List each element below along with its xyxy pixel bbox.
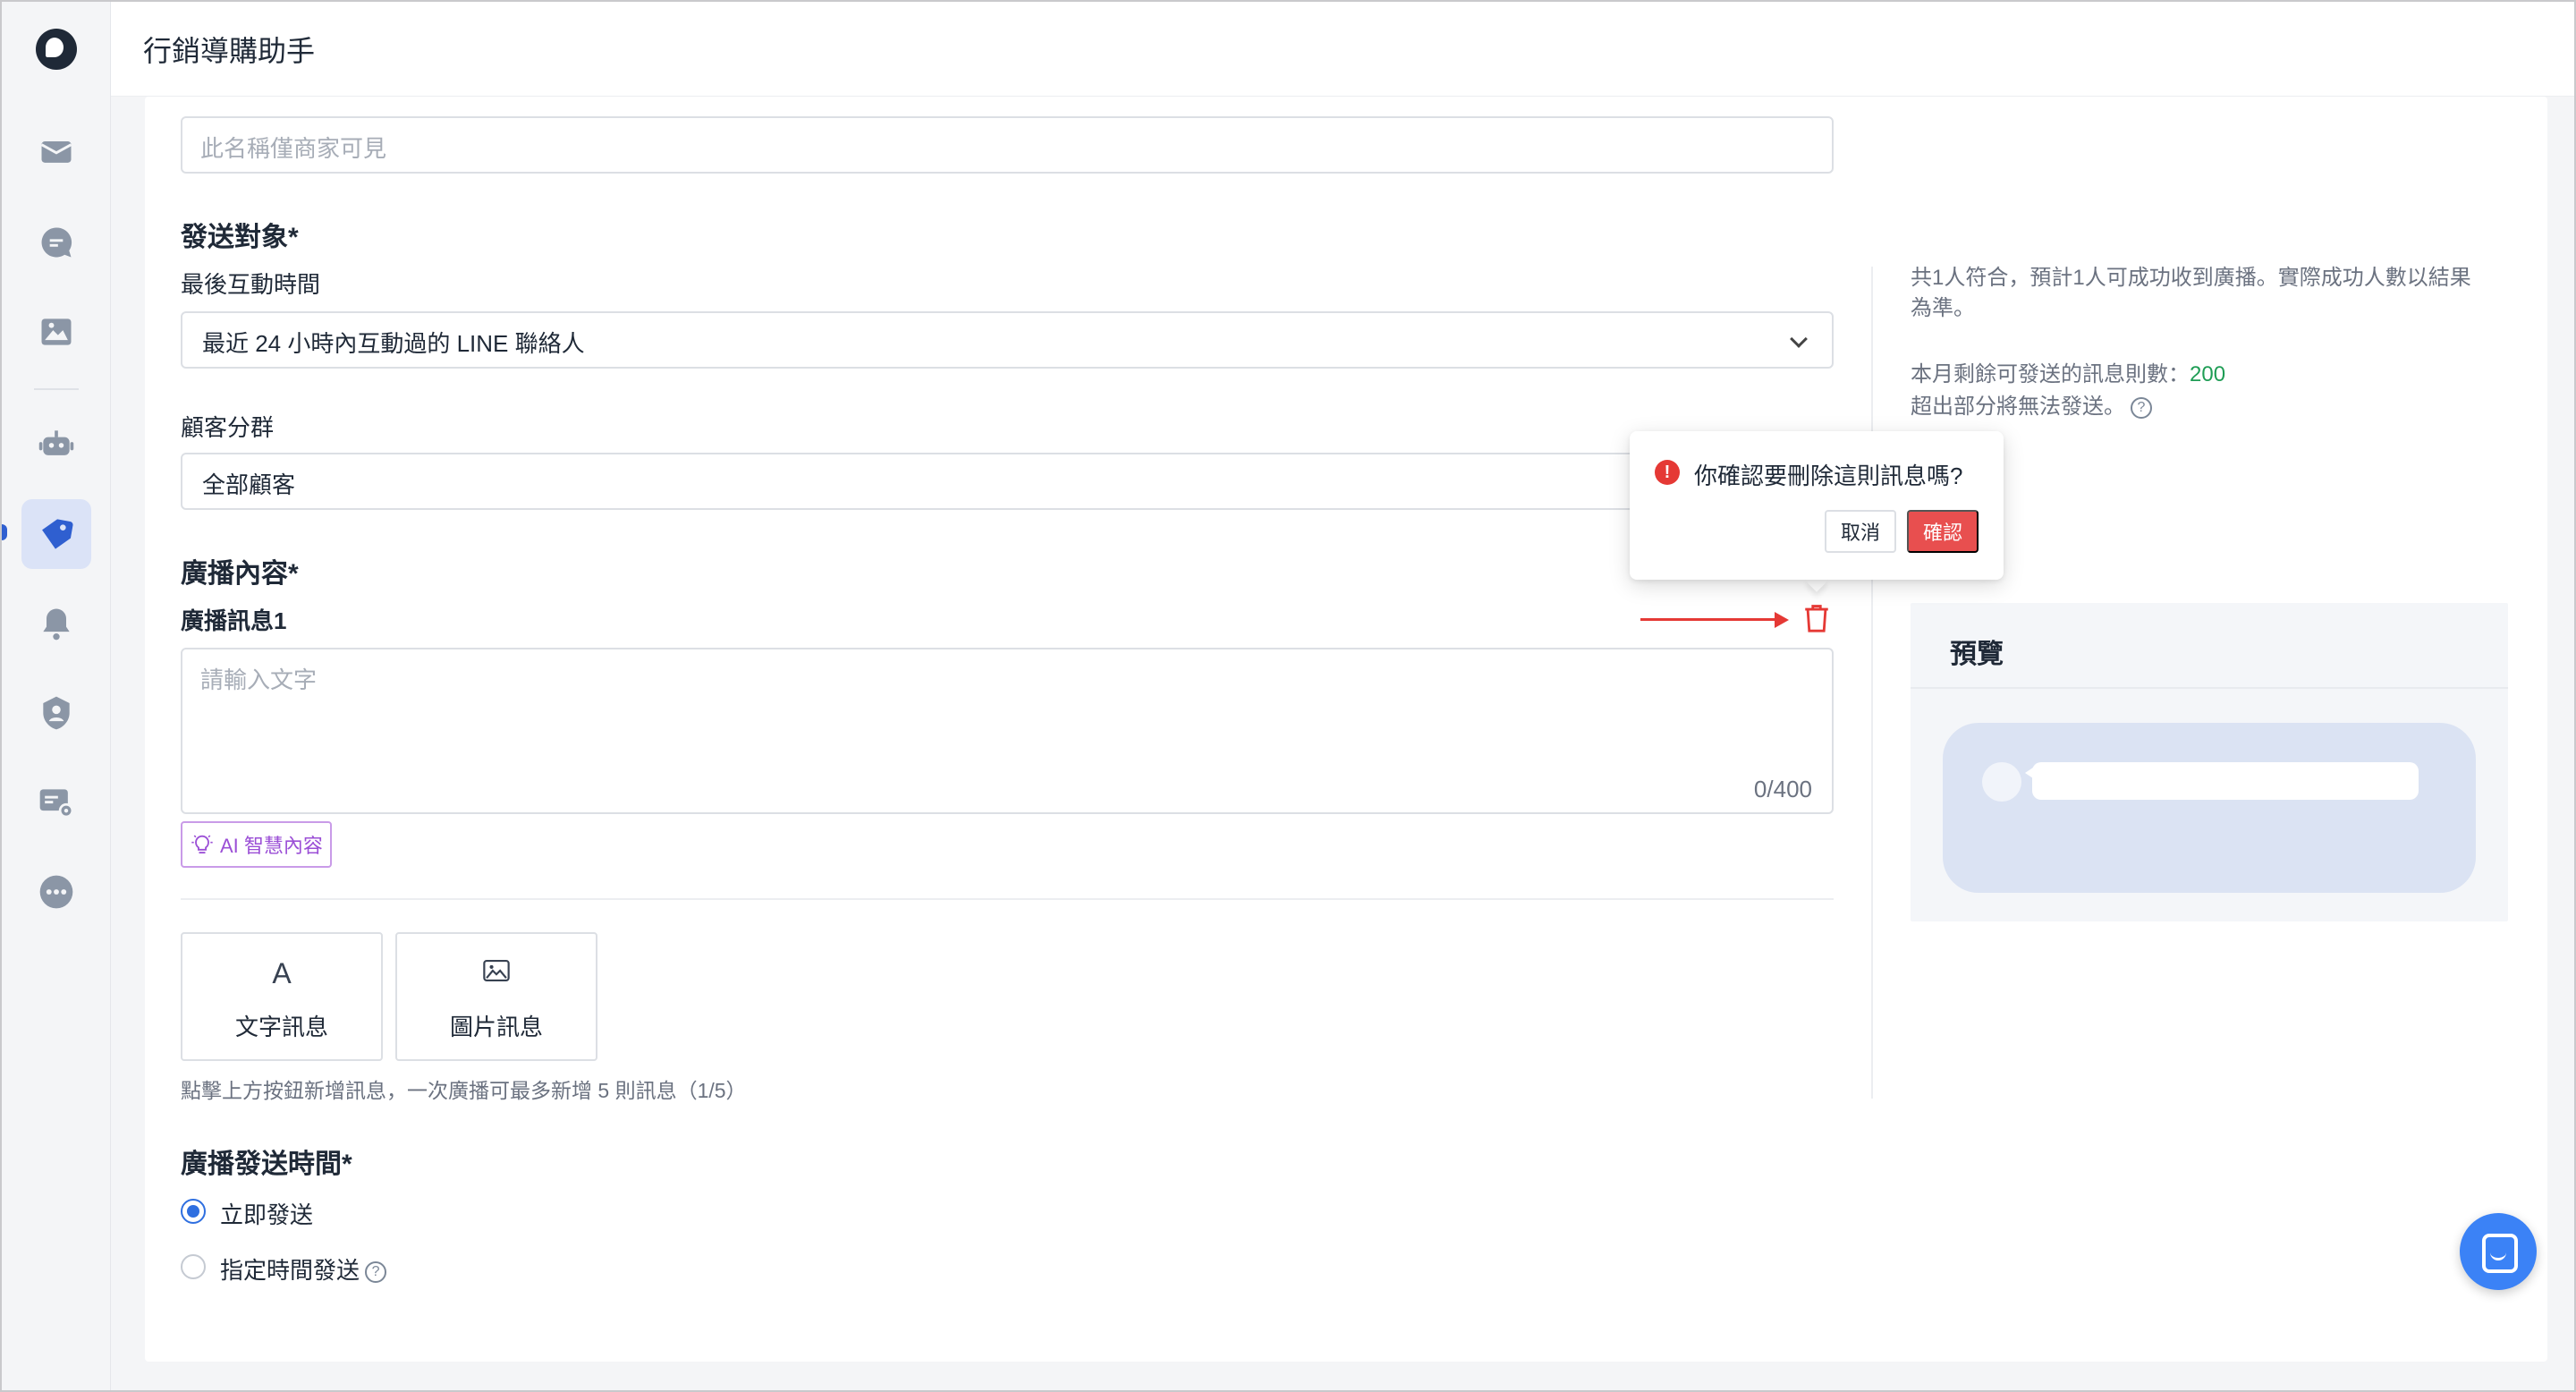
logo-icon[interactable] [36, 29, 77, 70]
broadcast-name-input[interactable]: 此名稱僅商家可見 [181, 116, 1834, 174]
annotation-arrow-head [1775, 612, 1789, 628]
last-interaction-value: 最近 24 小時內互動過的 LINE 聯絡人 [202, 330, 585, 357]
preview-panel: 預覽 [1911, 603, 2508, 921]
segment-value: 全部顧客 [202, 471, 296, 498]
annotation-arrow [1640, 618, 1776, 621]
send-now-label[interactable]: 立即發送 [220, 1197, 313, 1230]
sidebar-item-bot[interactable] [21, 409, 91, 479]
bell-icon [43, 608, 70, 641]
avatar [1982, 762, 2021, 802]
match-info: 共1人符合，預計1人可成功收到廣播。實際成功人數以結果為準。 [1911, 266, 2471, 320]
remaining-info: 本月剩餘可發送的訊息則數：200 [1911, 360, 2483, 390]
message-label: 廣播訊息1 [181, 607, 287, 634]
support-chat-launcher[interactable] [2460, 1213, 2537, 1290]
send-scheduled-row[interactable]: 指定時間發送? [220, 1252, 387, 1286]
preview-message-bubble [2032, 762, 2419, 800]
help-icon[interactable]: ? [2131, 396, 2152, 419]
chat-bubble-icon [41, 227, 72, 258]
text-message-label: 文字訊息 [234, 1014, 328, 1040]
sidebar [2, 2, 111, 1390]
audience-title: 發送對象* [181, 223, 299, 252]
image-icon [41, 318, 72, 345]
image-message-icon [397, 957, 596, 991]
message-placeholder: 請輸入文字 [200, 666, 318, 693]
over-limit-info: 超出部分將無法發送。? [1911, 392, 2483, 422]
remaining-label: 本月剩餘可發送的訊息則數： [1911, 362, 2190, 386]
ai-content-button[interactable]: AI 智慧內容 [181, 821, 332, 868]
send-scheduled-radio[interactable] [181, 1254, 206, 1279]
warning-icon: ! [1655, 460, 1680, 485]
message-counter: 0/400 [1753, 776, 1812, 802]
page-title: 行銷導購助手 [143, 35, 316, 67]
segment-select[interactable]: 全部顧客 [181, 453, 1834, 510]
sidebar-item-message-settings[interactable] [21, 768, 91, 837]
chevron-down-icon [1790, 330, 1808, 348]
sidebar-item-customers[interactable] [21, 678, 91, 748]
divider [181, 898, 1834, 900]
user-shield-icon [43, 696, 70, 730]
sidebar-divider [34, 388, 79, 390]
preview-chat-area [1943, 723, 2476, 893]
mail-icon [40, 141, 72, 163]
sidebar-item-chat[interactable] [21, 208, 91, 277]
preview-header: 預覽 [1911, 603, 2508, 689]
image-message-label: 圖片訊息 [449, 1014, 543, 1040]
sidebar-item-inbox[interactable] [21, 116, 91, 186]
app-window: 行銷導購助手 此名稱僅商家可見 發送對象* 最後互動時間 最近 24 小時內互動… [0, 0, 2576, 1392]
text-icon: A [272, 957, 292, 989]
message-textarea[interactable]: 請輸入文字 0/400 [181, 648, 1834, 814]
broadcast-name-placeholder: 此名稱僅商家可見 [200, 135, 387, 162]
delete-popconfirm: ! 你確認要刪除這則訊息嗎? 取消 確認 [1630, 431, 2004, 580]
popconfirm-message: 你確認要刪除這則訊息嗎? [1694, 463, 1963, 489]
bot-icon [38, 430, 74, 455]
add-text-message-button[interactable]: A 文字訊息 [181, 932, 383, 1061]
message-settings-icon [39, 789, 74, 819]
last-interaction-label: 最後互動時間 [181, 271, 321, 298]
send-now-radio[interactable] [181, 1199, 206, 1224]
ai-content-label: AI 智慧內容 [220, 835, 323, 857]
column-divider [1871, 267, 1873, 1099]
preview-title: 預覽 [1950, 640, 2004, 669]
send-time-title: 廣播發送時間* [181, 1150, 352, 1179]
segment-label: 顧客分群 [181, 414, 275, 441]
active-indicator [2, 524, 7, 540]
help-icon[interactable]: ? [365, 1261, 387, 1284]
sidebar-item-notifications[interactable] [21, 589, 91, 658]
last-interaction-select[interactable]: 最近 24 小時內互動過的 LINE 聯絡人 [181, 311, 1834, 369]
cancel-button[interactable]: 取消 [1825, 510, 1896, 553]
add-message-hint: 點擊上方按鈕新增訊息，一次廣播可最多新增 5 則訊息（1/5） [181, 1079, 747, 1102]
send-scheduled-label: 指定時間發送 [220, 1257, 360, 1284]
lightbulb-icon [191, 835, 213, 854]
confirm-delete-button[interactable]: 確認 [1907, 510, 1979, 553]
sidebar-item-more[interactable] [21, 857, 91, 927]
remaining-value: 200 [2190, 362, 2226, 386]
over-limit-text: 超出部分將無法發送。 [1911, 395, 2125, 419]
sidebar-item-broadcast[interactable] [21, 499, 91, 569]
more-icon [39, 875, 73, 909]
page-header: 行銷導購助手 [111, 2, 2574, 97]
sidebar-item-media[interactable] [21, 297, 91, 367]
trash-icon[interactable] [1801, 601, 1832, 635]
add-image-message-button[interactable]: 圖片訊息 [395, 932, 597, 1061]
content-title: 廣播內容* [181, 559, 299, 589]
tag-icon [42, 519, 73, 549]
